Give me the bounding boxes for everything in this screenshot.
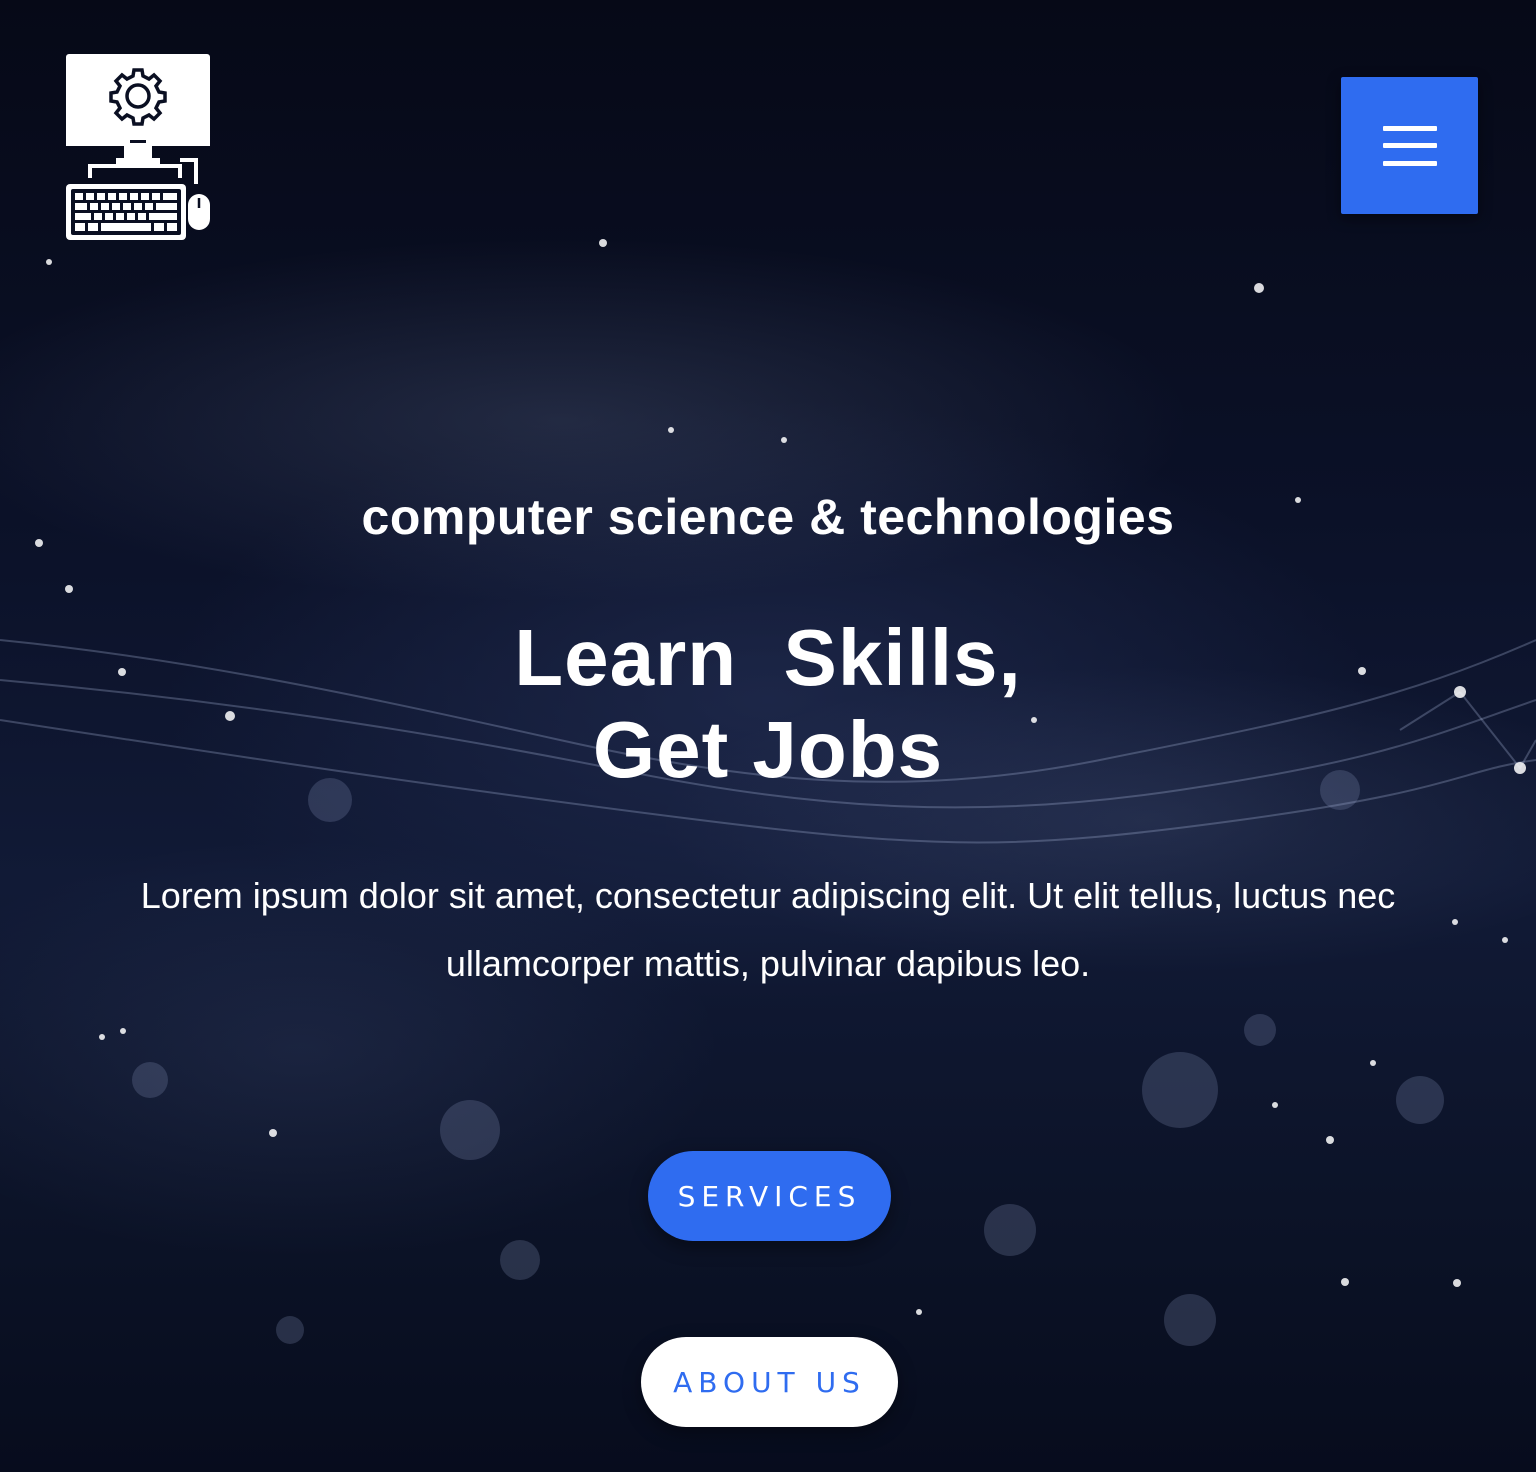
about-us-button[interactable]: ABOUT US xyxy=(641,1337,898,1427)
headline-line-1: Learn Skills, xyxy=(514,613,1022,702)
logo[interactable] xyxy=(60,48,216,248)
services-button[interactable]: SERVICES xyxy=(648,1151,891,1241)
headline-line-2: Get Jobs xyxy=(592,705,944,794)
hero-tagline: computer science & technologies xyxy=(361,489,1175,545)
hero-section: computer science & technologies Learn Sk… xyxy=(0,0,1536,1472)
hamburger-menu-icon xyxy=(1382,125,1437,166)
hero-headline: Learn Skills, Get Jobs xyxy=(0,612,1536,796)
computer-gear-icon xyxy=(66,54,210,240)
menu-button[interactable] xyxy=(1341,77,1478,214)
hero-description: Lorem ipsum dolor sit amet, consectetur … xyxy=(140,875,1396,984)
